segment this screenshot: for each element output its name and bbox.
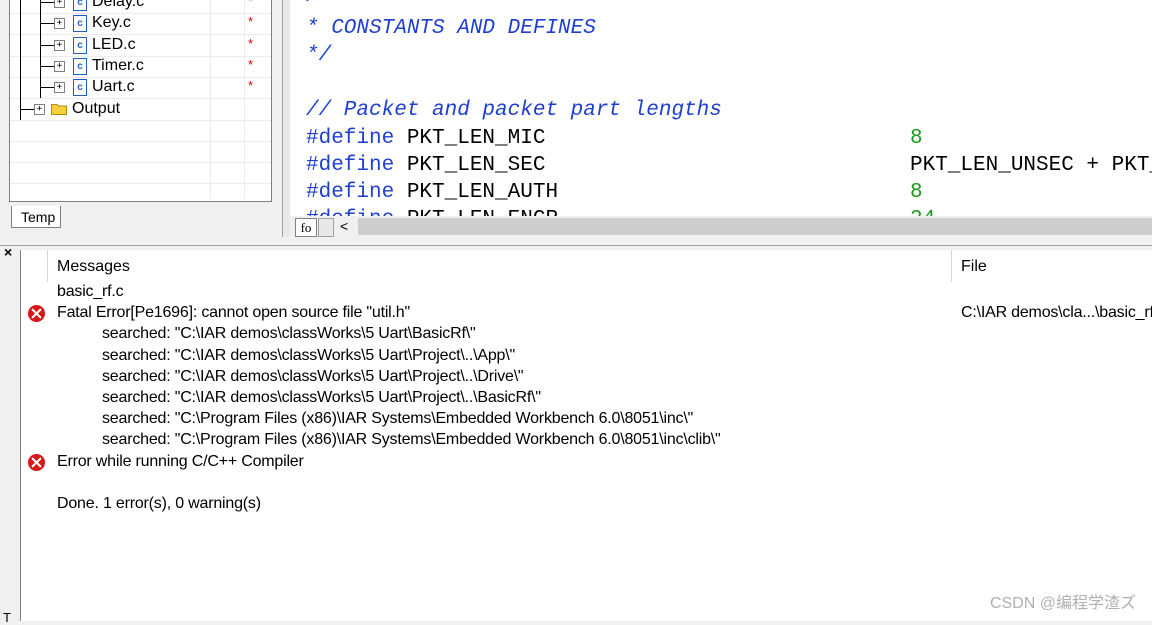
build-messages-panel: Messages File basic_rf.c Fatal Error[Pe16… xyxy=(20,250,1152,621)
expand-icon[interactable]: + xyxy=(54,60,65,72)
expand-icon[interactable]: + xyxy=(54,82,65,94)
c-file-icon: c xyxy=(73,57,87,75)
code-identifier: PKT_LEN_ENCR xyxy=(394,208,558,216)
workspace-tree: + c Delay.c * + c Key.c * + c LED.c * + c Timer.c * + c Ua… xyxy=(9,0,272,202)
code-line: // Packet and packet part lengths xyxy=(306,99,722,122)
modified-indicator: * xyxy=(248,78,254,94)
scroll-left-arrow-icon[interactable]: < xyxy=(340,216,348,237)
message-line[interactable]: searched: "C:\IAR demos\classWorks\5 Uar… xyxy=(102,347,515,365)
code-identifier: PKT_LEN_SEC xyxy=(394,154,546,177)
column-divider xyxy=(47,250,48,282)
code-value: 8 xyxy=(910,127,923,150)
code-value: PKT_LEN_UNSEC + PKT_LEN_MIC xyxy=(910,154,1152,177)
tree-item-file[interactable]: Timer.c xyxy=(92,57,144,75)
code-line: #define PKT_LEN_SEC xyxy=(306,154,545,177)
tree-item-file[interactable]: Delay.c xyxy=(92,0,144,11)
tree-row[interactable] xyxy=(10,77,271,100)
message-line[interactable]: basic_rf.c xyxy=(57,283,124,301)
tree-row[interactable] xyxy=(10,35,271,57)
message-line[interactable]: searched: "C:\Program Files (x86)\IAR Sy… xyxy=(102,410,693,428)
scroll-split-box[interactable] xyxy=(318,218,334,237)
modified-indicator: * xyxy=(248,56,254,72)
message-file[interactable]: C:\IAR demos\cla...\basic_rf.c xyxy=(961,304,1152,322)
column-divider[interactable] xyxy=(951,250,952,282)
side-strip-label: T xyxy=(3,610,11,625)
expand-icon[interactable]: + xyxy=(34,103,45,115)
message-line[interactable]: searched: "C:\IAR demos\classWorks\5 Uar… xyxy=(102,325,476,343)
code-value: 8 xyxy=(910,181,923,204)
code-line: /***************************************… xyxy=(306,0,1152,8)
tree-connector-line xyxy=(40,65,54,67)
tree-connector-line xyxy=(20,0,21,120)
expand-icon[interactable]: + xyxy=(54,39,65,51)
expand-icon[interactable]: + xyxy=(54,0,65,8)
tree-item-file[interactable]: Key.c xyxy=(92,14,131,32)
code-line: #define PKT_LEN_ENCR xyxy=(306,208,558,216)
tree-connector-line xyxy=(40,23,54,25)
editor-gutter xyxy=(290,0,304,216)
code-identifier: PKT_LEN_MIC xyxy=(394,127,546,150)
c-file-icon: c xyxy=(73,79,87,97)
code-line: */ xyxy=(306,44,332,67)
tree-row[interactable] xyxy=(10,141,271,164)
message-line[interactable]: Done. 1 error(s), 0 warning(s) xyxy=(57,495,261,513)
tree-connector-line xyxy=(40,2,54,3)
workspace-panel: + c Delay.c * + c Key.c * + c LED.c * + c Timer.c * + c Ua… xyxy=(0,0,282,237)
tree-row[interactable] xyxy=(10,13,271,36)
code-identifier: PKT_LEN_AUTH xyxy=(394,181,559,204)
code-line: * CONSTANTS AND DEFINES xyxy=(306,17,596,40)
editor-horizontal-scrollbar[interactable]: fo < xyxy=(290,216,1152,237)
code-line: #define PKT_LEN_MIC xyxy=(306,127,545,150)
expand-icon[interactable]: + xyxy=(54,18,65,30)
c-file-icon: c xyxy=(73,15,87,33)
tree-row[interactable] xyxy=(10,99,271,121)
horizontal-splitter[interactable] xyxy=(0,237,1152,246)
messages-header: Messages File xyxy=(21,250,1152,282)
message-line[interactable]: searched: "C:\IAR demos\classWorks\5 Uar… xyxy=(102,368,524,386)
column-header-messages[interactable]: Messages xyxy=(57,258,130,276)
error-message[interactable]: Error while running C/C++ Compiler xyxy=(57,453,304,471)
tree-item-output-folder[interactable]: Output xyxy=(72,100,120,118)
messages-side-strip: T xyxy=(0,258,20,625)
code-value: 24 xyxy=(910,208,935,216)
tab-temp[interactable]: Temp xyxy=(11,206,61,228)
column-header-file[interactable]: File xyxy=(961,258,987,276)
modified-indicator: * xyxy=(248,14,254,30)
function-navigator-box[interactable]: fo xyxy=(295,218,317,237)
message-line[interactable]: searched: "C:\IAR demos\classWorks\5 Uar… xyxy=(102,389,541,407)
error-icon xyxy=(27,305,46,323)
c-file-icon: c xyxy=(73,36,87,54)
tree-item-file[interactable]: LED.c xyxy=(92,36,136,54)
modified-indicator: * xyxy=(248,35,254,51)
tree-connector-line xyxy=(20,108,34,110)
modified-indicator: * xyxy=(248,0,254,8)
message-line[interactable]: searched: "C:\Program Files (x86)\IAR Sy… xyxy=(102,431,721,449)
tree-row[interactable] xyxy=(10,162,271,185)
folder-icon xyxy=(51,103,67,115)
tree-connector-line xyxy=(40,0,41,98)
error-icon xyxy=(27,453,46,471)
tree-connector-line xyxy=(40,44,54,46)
scroll-thumb[interactable] xyxy=(358,218,1152,235)
tree-row[interactable] xyxy=(10,120,271,142)
code-keyword: #define xyxy=(306,127,395,150)
code-keyword: #define xyxy=(306,154,395,177)
watermark: CSDN @编程学渣ズ xyxy=(989,595,1136,612)
tree-item-file[interactable]: Uart.c xyxy=(92,78,135,96)
c-file-icon: c xyxy=(73,0,87,11)
code-line: #define PKT_LEN_AUTH xyxy=(306,181,558,204)
code-editor[interactable]: /***************************************… xyxy=(304,0,1152,216)
error-message[interactable]: Fatal Error[Pe1696]: cannot open source … xyxy=(57,304,410,322)
code-keyword: #define xyxy=(306,208,394,216)
tree-row[interactable] xyxy=(10,184,271,201)
code-keyword: #define xyxy=(306,181,395,204)
tree-connector-line xyxy=(40,87,54,89)
